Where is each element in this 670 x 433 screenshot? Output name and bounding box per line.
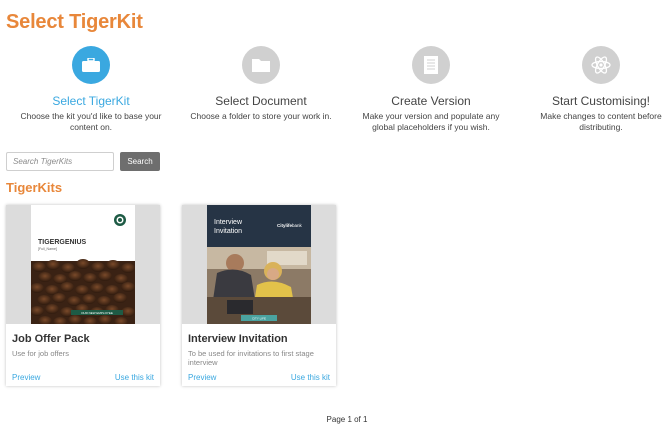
atom-icon xyxy=(582,46,620,84)
step-title: Start Customising! xyxy=(551,94,651,108)
step-select-tigerkit[interactable]: Select TigerKit Choose the kit you'd lik… xyxy=(6,46,176,133)
search-input[interactable] xyxy=(6,152,114,171)
document-icon xyxy=(412,46,450,84)
preview-link[interactable]: Preview xyxy=(12,373,40,382)
use-this-kit-link[interactable]: Use this kit xyxy=(291,373,330,382)
kit-card-job-offer-pack[interactable]: OUR NEW EMPLOYEE TIGERGENIUS [Full_Name]… xyxy=(6,205,160,386)
thumb-brand: TIGERGENIUS xyxy=(38,239,87,246)
step-description: Make your version and populate any globa… xyxy=(362,111,500,132)
section-title: TigerKits xyxy=(6,180,63,195)
step-create-version[interactable]: Create Version Make your version and pop… xyxy=(346,46,516,133)
step-select-document[interactable]: Select Document Choose a folder to store… xyxy=(176,46,346,122)
step-start-customising[interactable]: Start Customising! Make changes to conte… xyxy=(516,46,670,133)
thumb-logo-rest: bank xyxy=(292,223,303,228)
page-title: Select TigerKit xyxy=(6,11,143,33)
search-button[interactable]: Search xyxy=(120,152,160,171)
kit-name[interactable]: Job Offer Pack xyxy=(12,333,90,345)
thumb-placeholder: [Full_Name] xyxy=(38,247,57,251)
kit-description: Use for job offers xyxy=(12,349,69,358)
document-preview-image: Interview Invitation Citylifebank CITY L… xyxy=(207,205,311,324)
kit-description: To be used for invitations to first stag… xyxy=(188,349,314,367)
thumb-logo-bold: Citylife xyxy=(277,223,293,228)
step-title: Select TigerKit xyxy=(52,94,130,108)
step-title: Select Document xyxy=(215,94,307,108)
thumb-footer: OUR NEW EMPLOYEE xyxy=(81,311,113,315)
use-this-kit-link[interactable]: Use this kit xyxy=(115,373,154,382)
svg-text:Citylifebank: Citylifebank xyxy=(277,223,303,228)
thumb-footer: CITY LIFE xyxy=(252,317,266,321)
kit-card-interview-invitation[interactable]: Interview Invitation Citylifebank CITY L… xyxy=(182,205,336,386)
folder-icon xyxy=(242,46,280,84)
kit-thumbnail[interactable]: Interview Invitation Citylifebank CITY L… xyxy=(182,205,336,324)
step-title: Create Version xyxy=(391,94,471,108)
step-description: Choose the kit you'd like to base your c… xyxy=(20,111,162,132)
step-description: Choose a folder to store your work in. xyxy=(190,111,332,121)
thumb-title-line1: Interview xyxy=(214,219,243,226)
kit-name[interactable]: Interview Invitation xyxy=(188,333,288,345)
thumb-title-line2: Invitation xyxy=(214,228,242,235)
wizard-steps: Select TigerKit Choose the kit you'd lik… xyxy=(0,46,670,136)
step-description: Make changes to content before distribut… xyxy=(540,111,662,132)
preview-link[interactable]: Preview xyxy=(188,373,216,382)
pagination: Page 1 of 1 xyxy=(326,415,368,424)
briefcase-icon xyxy=(72,46,110,84)
kit-thumbnail[interactable]: OUR NEW EMPLOYEE TIGERGENIUS [Full_Name] xyxy=(6,205,160,324)
document-preview-image: OUR NEW EMPLOYEE TIGERGENIUS [Full_Name] xyxy=(31,205,135,324)
